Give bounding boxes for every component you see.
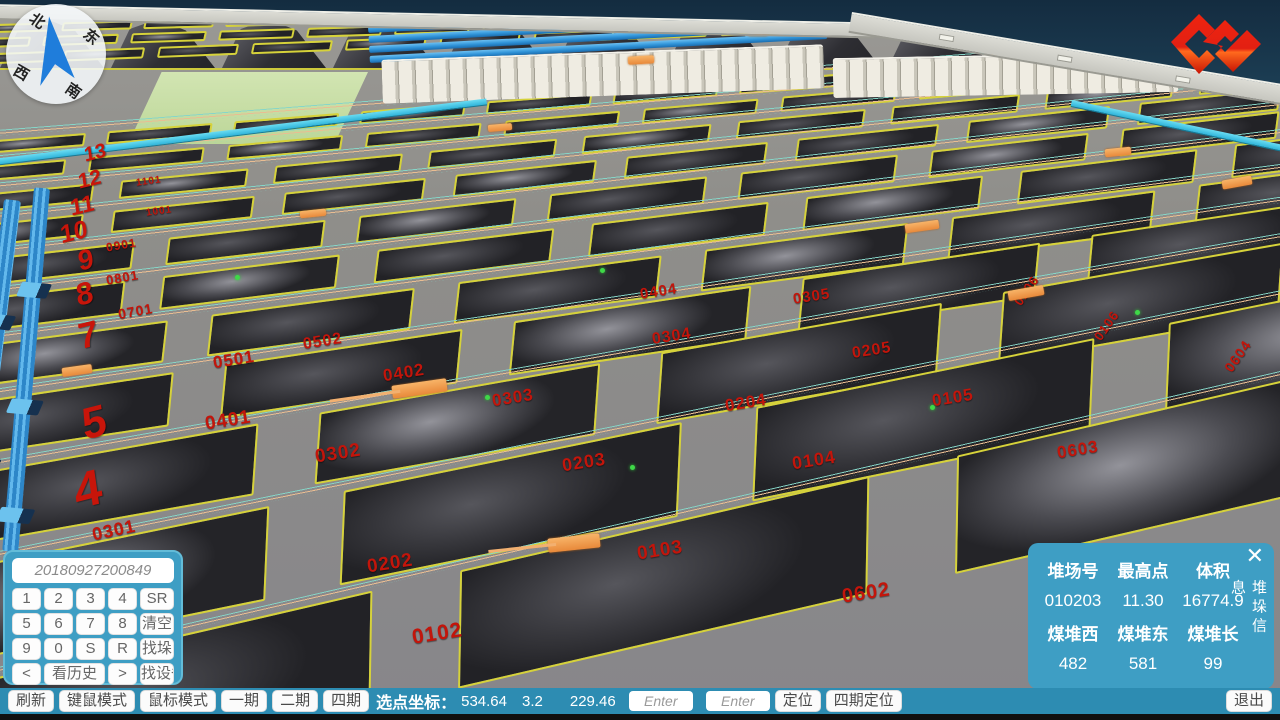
key-next[interactable]: > (108, 663, 137, 685)
picked-point-y: 3.2 (522, 693, 543, 710)
mouse-mode-button[interactable]: 鼠标模式 (140, 690, 216, 712)
key-6[interactable]: 6 (44, 613, 73, 635)
key-find-device[interactable]: 找设备 (140, 663, 174, 685)
key-9[interactable]: 9 (12, 638, 41, 660)
bottom-strip (0, 714, 1280, 720)
stack-info-grid: 堆场号 最高点 体积 010203 11.30 16774.9 煤堆西 煤堆东 … (1038, 557, 1248, 674)
key-2[interactable]: 2 (44, 588, 73, 610)
phase1-button[interactable]: 一期 (221, 690, 267, 712)
coordinate-input-2[interactable] (706, 691, 770, 711)
status-dot (630, 465, 635, 470)
status-dot (1135, 310, 1140, 315)
pile-west-value: 482 (1038, 654, 1108, 674)
refresh-button[interactable]: 刷新 (8, 690, 54, 712)
key-sr[interactable]: SR (140, 588, 174, 610)
picked-point-label: 选点坐标： (376, 689, 456, 713)
status-dot (600, 268, 605, 273)
yard-no-header: 堆场号 (1038, 557, 1108, 582)
company-logo (1163, 8, 1273, 76)
key-3[interactable]: 3 (76, 588, 105, 610)
bottom-toolbar: 刷新 键鼠模式 鼠标模式 一期 二期 四期 选点坐标： 534.64 3.2 2… (0, 688, 1280, 714)
pile-west-header: 煤堆西 (1038, 620, 1108, 645)
phase4-locate-button[interactable]: 四期定位 (826, 690, 902, 712)
pipeline-junction (16, 282, 52, 299)
status-dot (235, 275, 240, 280)
key-7[interactable]: 7 (76, 613, 105, 635)
pipeline-junction (0, 507, 35, 524)
search-keypad-panel: 1 2 3 4 SR 5 6 7 8 清空 9 0 S R 找垛 < 看历史 >… (3, 550, 183, 685)
truck (1057, 55, 1073, 63)
kb-mouse-mode-button[interactable]: 键鼠模式 (59, 690, 135, 712)
keypad-grid: 1 2 3 4 SR 5 6 7 8 清空 9 0 S R 找垛 < 看历史 >… (12, 588, 174, 685)
pipeline-junction (6, 398, 44, 415)
key-find-pile[interactable]: 找垛 (140, 638, 174, 660)
key-1[interactable]: 1 (12, 588, 41, 610)
status-dot (930, 405, 935, 410)
truck (939, 34, 955, 42)
truck (1175, 75, 1191, 83)
volume-header: 体积 (1178, 557, 1248, 582)
key-s[interactable]: S (76, 638, 105, 660)
key-view-history[interactable]: 看历史 (44, 663, 105, 685)
key-clear[interactable]: 清空 (140, 613, 174, 635)
key-5[interactable]: 5 (12, 613, 41, 635)
locate-button[interactable]: 定位 (775, 690, 821, 712)
phase4-button[interactable]: 四期 (323, 690, 369, 712)
phase2-button[interactable]: 二期 (272, 690, 318, 712)
coordinate-input-1[interactable] (629, 691, 693, 711)
compass-arrow-icon (6, 4, 106, 104)
highest-point-header: 最高点 (1108, 557, 1178, 582)
key-4[interactable]: 4 (108, 588, 137, 610)
picked-point-z: 229.46 (570, 693, 616, 710)
key-8[interactable]: 8 (108, 613, 137, 635)
pile-length-value: 99 (1178, 654, 1248, 674)
key-0[interactable]: 0 (44, 638, 73, 660)
history-code-input[interactable] (12, 558, 174, 583)
compass-widget[interactable]: 北 东 西 南 (6, 4, 106, 104)
yard-no-value: 010203 (1038, 591, 1108, 611)
stack-info-side-label: 堆垛信息 (1227, 580, 1269, 653)
key-r[interactable]: R (108, 638, 137, 660)
key-prev[interactable]: < (12, 663, 41, 685)
pile-east-value: 581 (1108, 654, 1178, 674)
stack-info-panel: ✕ 堆垛信息 堆场号 最高点 体积 010203 11.30 16774.9 煤… (1028, 543, 1274, 689)
picked-point-x: 534.64 (461, 693, 507, 710)
highest-point-value: 11.30 (1108, 591, 1178, 611)
close-icon[interactable]: ✕ (1246, 545, 1264, 567)
exit-button[interactable]: 退出 (1226, 690, 1272, 712)
coal-yard-3d-monitor: 1101 1001 0901 0801 0701 0501 0502 0402 … (0, 0, 1280, 720)
stacker-reclaimer-machine (628, 55, 654, 64)
pile-east-header: 煤堆东 (1108, 620, 1178, 645)
status-dot (485, 395, 490, 400)
